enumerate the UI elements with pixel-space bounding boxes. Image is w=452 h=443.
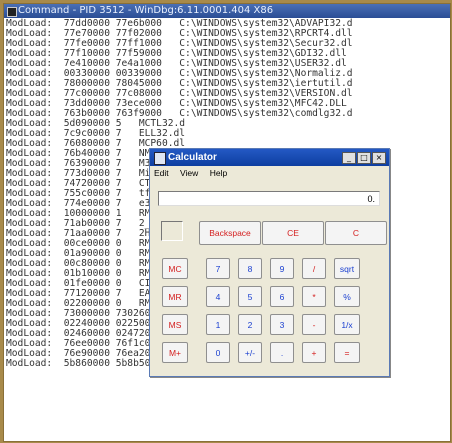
subtract-button[interactable]: - bbox=[302, 314, 326, 335]
menu-edit[interactable]: Edit bbox=[154, 168, 169, 178]
key-6[interactable]: 6 bbox=[270, 286, 294, 307]
key-4[interactable]: 4 bbox=[206, 286, 230, 307]
multiply-button[interactable]: * bbox=[302, 286, 326, 307]
memory-add-button[interactable]: M+ bbox=[162, 342, 188, 363]
minimize-button[interactable]: _ bbox=[342, 152, 356, 164]
decimal-button[interactable]: . bbox=[270, 342, 294, 363]
key-8[interactable]: 8 bbox=[238, 258, 262, 279]
divide-button[interactable]: / bbox=[302, 258, 326, 279]
clear-button[interactable]: C bbox=[325, 221, 387, 245]
key-2[interactable]: 2 bbox=[238, 314, 262, 335]
close-button[interactable]: × bbox=[372, 152, 386, 164]
calculator-title: Calculator bbox=[168, 152, 217, 163]
clear-entry-button[interactable]: CE bbox=[262, 221, 324, 245]
background-frame: Command - PID 3512 - WinDbg:6.11.0001.40… bbox=[0, 0, 452, 443]
memory-store-button[interactable]: MS bbox=[162, 314, 188, 335]
console-title-bar[interactable]: Command - PID 3512 - WinDbg:6.11.0001.40… bbox=[4, 4, 450, 18]
maximize-button[interactable]: □ bbox=[357, 152, 371, 164]
menu-view[interactable]: View bbox=[180, 168, 198, 178]
key-0[interactable]: 0 bbox=[206, 342, 230, 363]
backspace-button[interactable]: Backspace bbox=[199, 221, 261, 245]
console-title: Command - PID 3512 - WinDbg:6.11.0001.40… bbox=[18, 5, 274, 16]
percent-button[interactable]: % bbox=[334, 286, 360, 307]
console-app-icon bbox=[7, 7, 17, 17]
equals-button[interactable]: = bbox=[334, 342, 360, 363]
key-7[interactable]: 7 bbox=[206, 258, 230, 279]
key-9[interactable]: 9 bbox=[270, 258, 294, 279]
menu-help[interactable]: Help bbox=[210, 168, 227, 178]
calculator-menu-bar: Edit View Help bbox=[150, 166, 389, 180]
calculator-app-icon bbox=[154, 152, 166, 165]
add-button[interactable]: + bbox=[302, 342, 326, 363]
calculator-title-bar[interactable]: Calculator _ □ × bbox=[150, 149, 389, 166]
key-1[interactable]: 1 bbox=[206, 314, 230, 335]
memory-recall-button[interactable]: MR bbox=[162, 286, 188, 307]
calculator-window: Calculator _ □ × Edit View Help 0. Backs… bbox=[149, 148, 390, 377]
calculator-display: 0. bbox=[158, 191, 380, 206]
key-3[interactable]: 3 bbox=[270, 314, 294, 335]
sign-toggle-button[interactable]: +/- bbox=[238, 342, 262, 363]
key-5[interactable]: 5 bbox=[238, 286, 262, 307]
sqrt-button[interactable]: sqrt bbox=[334, 258, 360, 279]
reciprocal-button[interactable]: 1/x bbox=[334, 314, 360, 335]
memory-clear-button[interactable]: MC bbox=[162, 258, 188, 279]
memory-indicator bbox=[161, 221, 183, 241]
